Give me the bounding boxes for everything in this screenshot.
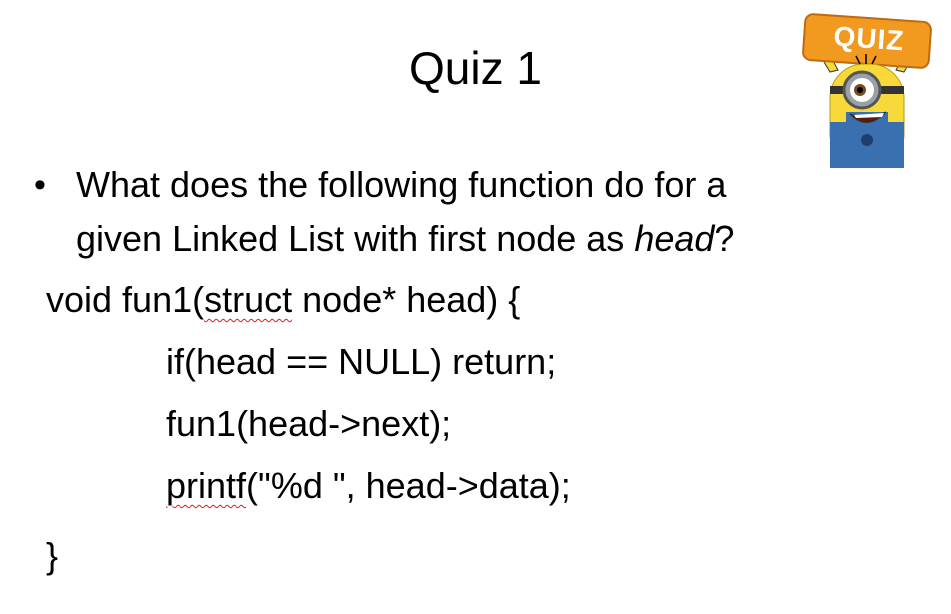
code-printf: printf — [166, 465, 247, 506]
code-line-1-c: node* head) { — [292, 279, 521, 320]
question-head-italic: head — [634, 218, 715, 259]
question-line-1: What does the following function do for … — [76, 164, 727, 205]
bullet-dot-icon: • — [34, 166, 46, 204]
question-text: What does the following function do for … — [76, 158, 856, 266]
minion-quiz-icon: QUIZ — [800, 12, 934, 169]
code-struct-keyword: struct — [204, 279, 293, 320]
question-line-2-text: given Linked List with first node as — [76, 218, 635, 259]
code-line-1-a: void fun1( — [46, 279, 205, 320]
code-line-5: } — [46, 535, 59, 576]
code-line-3: fun1(head->next); — [166, 403, 452, 444]
code-line-4-b: ("%d ", head->data); — [246, 465, 571, 506]
code-line-4: printf("%d ", head->data); — [166, 462, 571, 510]
code-line-1: void fun1(struct node* head) { — [46, 276, 520, 324]
question-line-2: given Linked List with first node as hea… — [76, 212, 856, 266]
question-mark: ? — [714, 218, 735, 259]
code-line-2: if(head == NULL) return; — [166, 341, 557, 382]
slide: Quiz 1 QUIZ • What does the following fu… — [0, 0, 951, 614]
